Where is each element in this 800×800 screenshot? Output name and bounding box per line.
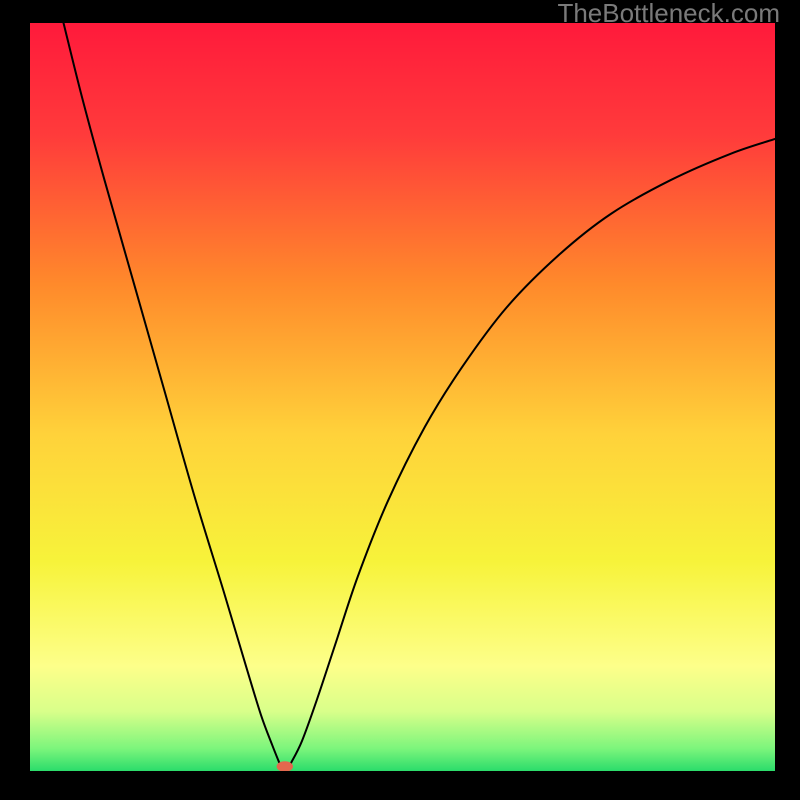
chart-svg [30,23,775,771]
chart-background [30,23,775,771]
chart-plot-area [30,23,775,771]
watermark-text: TheBottleneck.com [557,0,780,29]
